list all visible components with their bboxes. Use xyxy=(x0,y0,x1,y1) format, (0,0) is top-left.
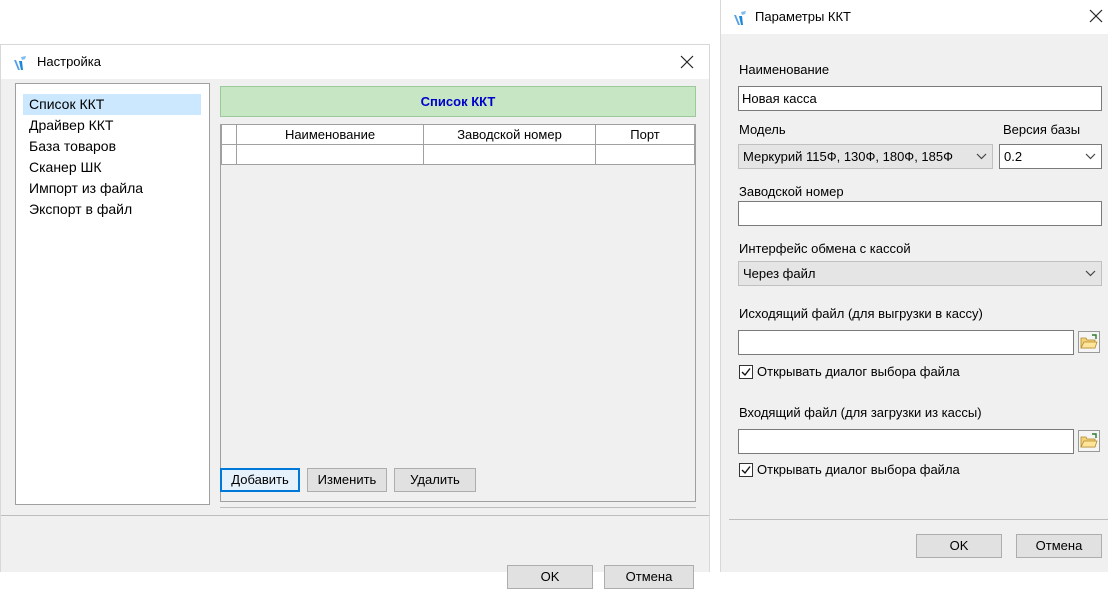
table-row[interactable] xyxy=(221,144,695,165)
add-button[interactable]: Добавить xyxy=(220,468,300,492)
close-icon[interactable] xyxy=(1088,8,1104,24)
outgoing-dialog-checkbox[interactable] xyxy=(739,365,753,379)
model-select[interactable]: Меркурий 115Ф, 130Ф, 180Ф, 185Ф xyxy=(738,144,993,169)
content-divider xyxy=(220,507,696,508)
db-version-select[interactable]: 0.2 xyxy=(999,144,1102,169)
edit-button[interactable]: Изменить xyxy=(307,468,387,492)
row-header-corner xyxy=(221,124,237,145)
close-icon[interactable] xyxy=(679,54,695,70)
model-label: Модель xyxy=(739,122,786,137)
chevron-down-icon xyxy=(1085,151,1096,162)
table-cell[interactable] xyxy=(423,144,596,165)
table-cell[interactable] xyxy=(595,144,695,165)
interface-select[interactable]: Через файл xyxy=(738,261,1102,286)
table-header-row: Наименование Заводской номер Порт xyxy=(221,124,695,145)
kkt-params-window: Параметры ККТ Наименование Новая касса М… xyxy=(720,0,1108,572)
nav-item-product-db[interactable]: База товаров xyxy=(23,136,201,157)
serial-field[interactable] xyxy=(738,201,1102,226)
incoming-dialog-checkbox[interactable] xyxy=(739,463,753,477)
incoming-file-label: Входящий файл (для загрузки из кассы) xyxy=(739,405,982,420)
window-title: Параметры ККТ xyxy=(755,9,851,24)
ok-button[interactable]: OK xyxy=(507,565,593,589)
incoming-dialog-checkbox-label: Открывать диалог выбора файла xyxy=(757,462,960,477)
table-cell[interactable] xyxy=(236,144,424,165)
folder-browse-icon[interactable] xyxy=(1078,331,1100,353)
nav-item-kkt-driver[interactable]: Драйвер ККТ xyxy=(23,115,201,136)
kkt-grid[interactable]: Наименование Заводской номер Порт xyxy=(220,124,696,502)
row-header[interactable] xyxy=(221,144,237,165)
outgoing-dialog-checkbox-label: Открывать диалог выбора файла xyxy=(757,364,960,379)
folder-browse-icon[interactable] xyxy=(1078,430,1100,452)
cancel-button[interactable]: Отмена xyxy=(1016,534,1102,558)
outgoing-dialog-checkbox-row[interactable]: Открывать диалог выбора файла xyxy=(739,364,1039,380)
app-logo-icon xyxy=(733,10,747,26)
settings-window: Настройка Список ККТ Драйвер ККТ База то… xyxy=(0,44,710,589)
nav-item-import[interactable]: Импорт из файла xyxy=(23,178,201,199)
serial-label: Заводской номер xyxy=(739,184,844,199)
incoming-dialog-checkbox-row[interactable]: Открывать диалог выбора файла xyxy=(739,462,1039,478)
nav-item-barcode-scanner[interactable]: Сканер ШК xyxy=(23,157,201,178)
interface-select-value: Через файл xyxy=(743,266,816,281)
window-title: Настройка xyxy=(37,54,101,69)
app-logo-icon xyxy=(13,55,27,71)
column-header-serial[interactable]: Заводской номер xyxy=(423,124,596,145)
column-header-port[interactable]: Порт xyxy=(595,124,695,145)
chevron-down-icon xyxy=(1085,268,1096,279)
delete-button[interactable]: Удалить xyxy=(394,468,476,492)
settings-titlebar: Настройка xyxy=(1,45,709,79)
model-select-value: Меркурий 115Ф, 130Ф, 180Ф, 185Ф xyxy=(743,149,953,164)
nav-item-export[interactable]: Экспорт в файл xyxy=(23,199,201,220)
params-titlebar: Параметры ККТ xyxy=(721,0,1108,34)
footer-divider xyxy=(1,515,709,516)
cancel-button[interactable]: Отмена xyxy=(604,565,694,589)
interface-label: Интерфейс обмена с кассой xyxy=(739,241,911,256)
column-header-name[interactable]: Наименование xyxy=(236,124,424,145)
db-version-label: Версия базы xyxy=(1003,122,1081,137)
kkt-table: Наименование Заводской номер Порт xyxy=(221,124,695,165)
name-label: Наименование xyxy=(739,62,830,77)
name-field[interactable]: Новая касса xyxy=(738,86,1102,111)
outgoing-file-field[interactable] xyxy=(738,330,1074,355)
outgoing-file-label: Исходящий файл (для выгрузки в кассу) xyxy=(739,306,983,321)
nav-item-kkt-list[interactable]: Список ККТ xyxy=(23,94,201,115)
footer-divider xyxy=(729,519,1108,520)
db-version-select-value: 0.2 xyxy=(1004,149,1023,164)
ok-button[interactable]: OK xyxy=(916,534,1002,558)
content-header: Список ККТ xyxy=(220,86,696,117)
incoming-file-field[interactable] xyxy=(738,429,1074,454)
chevron-down-icon xyxy=(976,151,987,162)
settings-nav-list: Список ККТ Драйвер ККТ База товаров Скан… xyxy=(15,83,210,505)
